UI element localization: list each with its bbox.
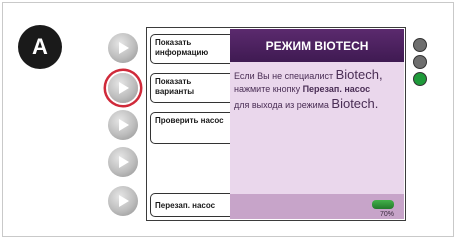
device-screen: РЕЖИМ BIOTECH Если Вы не специалист Biot… bbox=[230, 29, 404, 219]
battery-icon bbox=[372, 200, 394, 209]
status-light-2 bbox=[413, 55, 427, 69]
tab-label: Показать варианты bbox=[155, 77, 195, 96]
tab-label: Проверить насос bbox=[155, 116, 224, 125]
play-arrow-icon bbox=[119, 119, 129, 131]
message-text-bold: Перезап. насос bbox=[302, 83, 371, 94]
tab-restart-pump[interactable]: Перезап. насос bbox=[150, 193, 232, 217]
play-arrow-icon bbox=[119, 156, 129, 168]
tab-show-info[interactable]: Показать информацию bbox=[150, 34, 232, 64]
message-text: для выхода из режима bbox=[234, 99, 332, 110]
tab-show-options[interactable]: Показать варианты bbox=[150, 73, 232, 103]
play-arrow-icon bbox=[119, 42, 129, 54]
play-arrow-icon bbox=[119, 82, 129, 94]
battery-percent: 70% bbox=[379, 211, 394, 218]
screen-status-bar: 70% bbox=[230, 194, 404, 219]
play-arrow-icon bbox=[119, 195, 129, 207]
step-badge: A bbox=[18, 25, 62, 69]
message-text-large: Biotech, bbox=[335, 67, 383, 82]
side-button-3[interactable] bbox=[108, 110, 138, 140]
message-text-large: Biotech. bbox=[331, 95, 379, 111]
side-button-1[interactable] bbox=[108, 33, 138, 63]
status-light-1 bbox=[413, 38, 427, 52]
message-text: нажмите кнопку bbox=[234, 83, 303, 94]
tab-check-pump[interactable]: Проверить насос bbox=[150, 112, 232, 144]
side-button-4[interactable] bbox=[108, 147, 138, 177]
message-text: Если Вы не специалист bbox=[234, 71, 336, 81]
tab-label: Показать информацию bbox=[155, 38, 209, 57]
screen-message: Если Вы не специалист Biotech, нажмите к… bbox=[234, 67, 400, 112]
side-button-5[interactable] bbox=[108, 186, 138, 216]
screen-title: РЕЖИМ BIOTECH bbox=[230, 29, 404, 62]
tab-label: Перезап. насос bbox=[155, 201, 216, 210]
step-badge-letter: A bbox=[32, 34, 48, 59]
status-light-3 bbox=[413, 72, 427, 86]
side-button-2[interactable] bbox=[108, 73, 138, 103]
